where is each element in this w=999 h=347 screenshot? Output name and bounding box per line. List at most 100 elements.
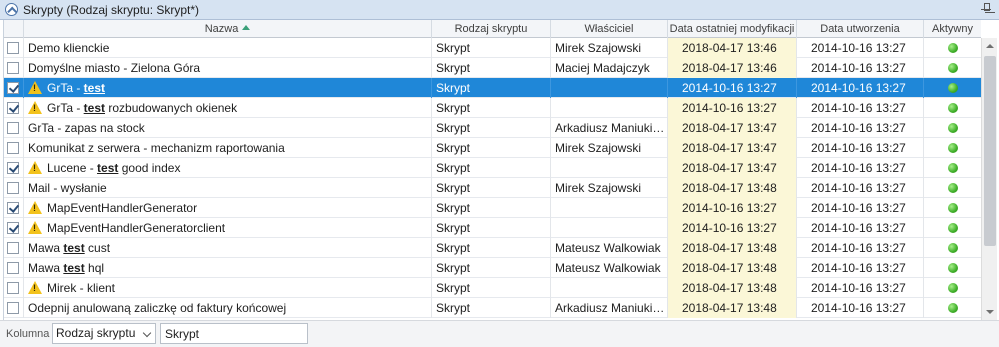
cell-owner: Maciej Madajczyk	[551, 58, 668, 78]
cell-name: GrTa - zapas na stock	[24, 118, 432, 138]
cell-active	[924, 118, 981, 138]
filter-input[interactable]	[160, 323, 308, 344]
header-type[interactable]: Rodzaj skryptu	[432, 20, 551, 38]
cell-owner	[551, 218, 668, 238]
table-row[interactable]: Mawa test cust Skrypt Mateusz Walkowiak 201…	[4, 238, 981, 258]
row-checkbox[interactable]	[7, 262, 19, 274]
row-checkbox[interactable]	[7, 182, 19, 194]
table-row[interactable]: Mirek - klient Skrypt 2018-04-17 13:482014…	[4, 278, 981, 298]
cell-name: MapEventHandlerGeneratorclient	[24, 218, 432, 238]
table-row[interactable]: Mawa test hql Skrypt Mateusz Walkowiak 2018…	[4, 258, 981, 278]
row-checkbox-cell	[4, 98, 24, 118]
cell-type: Skrypt	[432, 178, 551, 198]
row-checkbox[interactable]	[7, 122, 19, 134]
cell-created: 2014-10-16 13:27	[797, 178, 924, 198]
cell-active	[924, 178, 981, 198]
table-row[interactable]: GrTa - zapas na stock Skrypt Arkadiusz Man…	[4, 118, 981, 138]
header-modified[interactable]: Data ostatniej modyfikacji	[668, 20, 797, 38]
panel-title: Skrypty (Rodzaj skryptu: Skrypt*)	[23, 2, 200, 17]
warning-icon	[28, 81, 42, 94]
warning-icon	[28, 201, 42, 214]
table-row[interactable]: MapEventHandlerGenerator Skrypt 2014-10-16…	[4, 198, 981, 218]
name-text: hql	[84, 261, 105, 275]
vertical-scrollbar[interactable]	[981, 38, 997, 320]
row-checkbox[interactable]	[7, 102, 19, 114]
header-owner[interactable]: Właściciel	[551, 20, 668, 38]
name-text: GrTa -	[47, 101, 84, 115]
table-row[interactable]: Odepnij anulowaną zaliczkę od faktury ko…	[4, 298, 981, 318]
header-active[interactable]: Aktywny	[924, 20, 981, 38]
header-created[interactable]: Data utworzenia	[797, 20, 924, 38]
chevron-down-icon[interactable]	[142, 328, 152, 338]
cell-type: Skrypt	[432, 278, 551, 298]
row-checkbox[interactable]	[7, 162, 19, 174]
header-name[interactable]: Nazwa	[24, 20, 432, 38]
name-highlight: test	[97, 161, 119, 175]
cell-owner	[551, 198, 668, 218]
cell-type: Skrypt	[432, 138, 551, 158]
row-checkbox-cell	[4, 118, 24, 138]
active-status-icon	[947, 243, 958, 253]
cell-type: Skrypt	[432, 38, 551, 58]
cell-active	[924, 218, 981, 238]
cell-type: Skrypt	[432, 218, 551, 238]
cell-modified: 2018-04-17 13:48	[668, 258, 797, 278]
table-row[interactable]: Mail - wysłanie Skrypt Mirek Szajowski 2018…	[4, 178, 981, 198]
header-checkbox-column	[4, 20, 24, 38]
scrollbar-thumb[interactable]	[984, 56, 996, 246]
cell-created: 2014-10-16 13:27	[797, 118, 924, 138]
cell-created: 2014-10-16 13:27	[797, 98, 924, 118]
name-text: MapEventHandlerGeneratorclient	[47, 221, 226, 235]
scripts-grid: Nazwa Rodzaj skryptu Właściciel Data ost…	[3, 20, 981, 320]
active-status-icon	[947, 103, 958, 113]
cell-owner: Mateusz Walkowiak	[551, 238, 668, 258]
header-name-label: Nazwa	[204, 23, 239, 35]
row-checkbox[interactable]	[7, 62, 19, 74]
row-checkbox[interactable]	[7, 142, 19, 154]
cell-modified: 2018-04-17 13:46	[668, 38, 797, 58]
row-checkbox[interactable]	[7, 42, 19, 54]
name-text: Domyślne miasto - Zielona Góra	[28, 61, 201, 75]
row-checkbox[interactable]	[7, 82, 19, 94]
scroll-down-icon[interactable]	[986, 310, 994, 314]
cell-name: Lucene - test good index	[24, 158, 432, 178]
row-checkbox[interactable]	[7, 242, 19, 254]
name-text: Mirek - klient	[47, 281, 116, 295]
table-row[interactable]: GrTa - testSkrypt2014-10-16 13:272014-10…	[4, 78, 981, 98]
row-checkbox[interactable]	[7, 222, 19, 234]
cell-type: Skrypt	[432, 158, 551, 178]
table-row[interactable]: Lucene - test good indexSkrypt2018-04-17…	[4, 158, 981, 178]
cell-created: 2014-10-16 13:27	[797, 278, 924, 298]
column-label: Kolumna	[6, 328, 50, 340]
cell-active	[924, 58, 981, 78]
table-row[interactable]: Komunikat z serwera - mechanizm raportow…	[4, 138, 981, 158]
cell-created: 2014-10-16 13:27	[797, 138, 924, 158]
cell-created: 2014-10-16 13:27	[797, 38, 924, 58]
collapse-chevron-icon[interactable]	[5, 3, 18, 16]
name-text: Mawa	[28, 241, 64, 255]
table-row[interactable]: GrTa - test rozbudowanych okienekSkrypt2…	[4, 98, 981, 118]
column-select[interactable]: Rodzaj skryptu	[52, 323, 156, 344]
row-checkbox-cell	[4, 38, 24, 58]
name-text: Demo klienckie	[28, 41, 110, 55]
name-text: GrTa -	[47, 81, 84, 95]
name-text: Komunikat z serwera - mechanizm raportow…	[28, 141, 285, 155]
cell-active	[924, 158, 981, 178]
table-row[interactable]: Demo klienckie Skrypt Mirek Szajowski 2018-…	[4, 38, 981, 58]
cell-modified: 2014-10-16 13:27	[668, 198, 797, 218]
name-text: MapEventHandlerGenerator	[47, 201, 198, 215]
name-text: GrTa - zapas na stock	[28, 121, 145, 135]
pin-icon[interactable]	[981, 3, 991, 16]
scroll-up-icon[interactable]	[986, 44, 994, 48]
table-row[interactable]: MapEventHandlerGeneratorclient Skrypt 2014…	[4, 218, 981, 238]
name-text: Odepnij anulowaną zaliczkę od faktury ko…	[28, 301, 287, 315]
row-checkbox[interactable]	[7, 282, 19, 294]
table-row[interactable]: Domyślne miasto - Zielona Góra Skrypt Maci…	[4, 58, 981, 78]
row-checkbox[interactable]	[7, 202, 19, 214]
cell-modified: 2018-04-17 13:47	[668, 118, 797, 138]
active-status-icon	[947, 163, 958, 173]
name-highlight: test	[63, 241, 85, 255]
cell-owner: Mirek Szajowski	[551, 138, 668, 158]
cell-type: Skrypt	[432, 198, 551, 218]
row-checkbox[interactable]	[7, 302, 19, 314]
